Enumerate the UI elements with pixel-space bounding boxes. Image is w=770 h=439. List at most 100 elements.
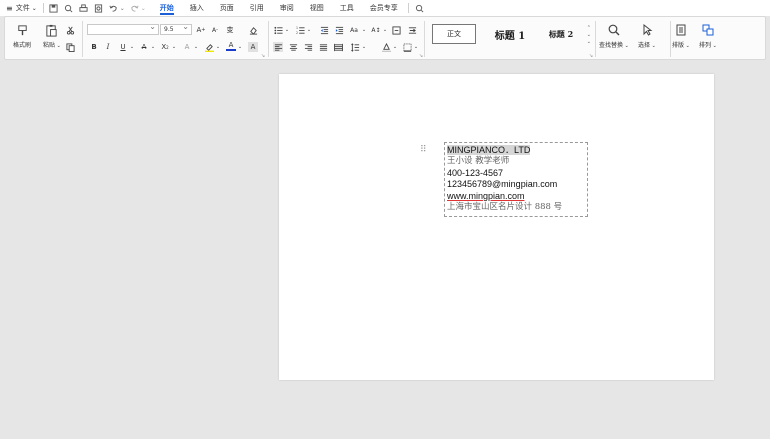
select-label: 选择 ⌄ xyxy=(638,42,656,49)
card-email-line[interactable]: 123456789@mingpian.com xyxy=(447,179,585,190)
tab-references[interactable]: 引用 xyxy=(250,0,264,16)
card-company-text: MINGPIANCO．LTD xyxy=(447,145,531,155)
align-left-icon[interactable] xyxy=(273,42,283,52)
font-size-select[interactable]: 9.5 xyxy=(160,22,192,35)
redo-dropdown-icon[interactable]: ⌄ xyxy=(141,5,146,12)
highlight-dropdown-icon[interactable]: ⌄ xyxy=(213,42,223,52)
italic-icon[interactable]: I xyxy=(103,42,113,52)
style-heading-1[interactable]: 标题 1 xyxy=(487,24,533,44)
chevron-down-icon[interactable]: ⌄ xyxy=(587,32,591,39)
paste-icon xyxy=(45,23,59,37)
tab-view[interactable]: 视图 xyxy=(310,0,324,16)
file-menu[interactable]: 文件 ⌄ xyxy=(16,3,37,13)
text-effect-dropdown-icon[interactable]: ⌄ xyxy=(191,42,201,52)
sort-dropdown-icon[interactable]: ⌄ xyxy=(380,25,390,35)
tab-page[interactable]: 页面 xyxy=(220,0,234,16)
print-icon[interactable] xyxy=(79,3,89,13)
increase-indent-icon[interactable] xyxy=(334,25,344,35)
tab-insert[interactable]: 插入 xyxy=(190,0,204,16)
group-separator xyxy=(670,21,671,57)
format-painter-button[interactable]: 格式刷 xyxy=(13,23,31,49)
save-icon[interactable] xyxy=(49,3,59,13)
group-separator xyxy=(268,21,269,57)
align-center-icon[interactable] xyxy=(288,42,298,52)
decrease-font-icon[interactable]: A- xyxy=(210,25,220,35)
font-group-expand-icon[interactable]: ↘ xyxy=(258,51,268,61)
group-separator xyxy=(424,21,425,57)
page-preview-icon[interactable] xyxy=(94,3,104,13)
format-painter-label: 格式刷 xyxy=(13,42,32,49)
group-separator xyxy=(82,21,83,57)
file-menu-label: 文件 xyxy=(15,4,30,12)
print-preview-icon[interactable] xyxy=(64,3,74,13)
redo-icon[interactable] xyxy=(130,3,140,13)
format-painter-icon xyxy=(15,23,29,37)
superscript-dropdown-icon[interactable]: ⌄ xyxy=(169,42,179,52)
font-family-select[interactable] xyxy=(87,22,159,35)
increase-font-icon[interactable]: A + xyxy=(196,25,206,35)
svg-text:1: 1 xyxy=(296,26,298,30)
shading-dropdown-icon[interactable]: ⌄ xyxy=(390,42,400,52)
chinese-layout-icon[interactable] xyxy=(407,25,417,35)
card-phone-line[interactable]: 400-123-4567 xyxy=(447,168,585,179)
style-heading-2[interactable]: 标题 2 xyxy=(539,24,583,44)
layout-button[interactable]: 排版 ⌄ xyxy=(672,23,690,49)
tab-review[interactable]: 审阅 xyxy=(280,0,294,16)
change-case-dropdown-icon[interactable]: ⌄ xyxy=(359,25,369,35)
character-border-icon[interactable]: A xyxy=(248,42,258,52)
undo-icon[interactable] xyxy=(109,3,119,13)
paste-label: 粘贴 ⌄ xyxy=(43,42,61,49)
style-normal[interactable]: 正文 xyxy=(432,24,476,44)
change-case-icon[interactable]: Aa xyxy=(349,25,359,35)
align-right-icon[interactable] xyxy=(303,42,313,52)
phonetic-guide-icon[interactable]: 变 xyxy=(225,25,235,35)
app-menu-icon[interactable]: ≡ xyxy=(6,4,13,13)
undo-dropdown-icon[interactable]: ⌄ xyxy=(120,5,125,12)
bold-icon[interactable]: B xyxy=(89,42,99,52)
justify-icon[interactable] xyxy=(318,42,328,52)
distributed-align-icon[interactable] xyxy=(333,42,343,52)
card-company-line[interactable]: MINGPIANCO．LTD xyxy=(447,145,585,156)
numbered-list-dropdown-icon[interactable]: ⌄ xyxy=(304,25,314,35)
svg-text:2: 2 xyxy=(296,31,298,35)
copy-icon[interactable] xyxy=(65,42,75,52)
find-replace-label: 查找替换 ⌄ xyxy=(599,42,629,49)
font-color-dropdown-icon[interactable]: ⌄ xyxy=(235,42,245,52)
bullet-list-dropdown-icon[interactable]: ⌄ xyxy=(282,25,292,35)
card-name-line[interactable]: 王小设 教学老师 xyxy=(447,156,585,167)
menu-bar: ≡ 文件 ⌄ ⌄ ⌄ 开始 插入 页面 引用 审阅 视图 工具 会员专享 xyxy=(0,0,770,16)
strikethrough-dropdown-icon[interactable]: ⌄ xyxy=(148,42,158,52)
tab-member[interactable]: 会员专享 xyxy=(370,0,398,16)
search-icon xyxy=(607,23,621,37)
ribbon-toolbar: 格式刷 粘贴 ⌄ 9.5 A+ A- 变 B I U ⌄ A ⌄ X2 ⌄ A … xyxy=(4,16,766,60)
business-card-textbox[interactable]: MINGPIANCO．LTD 王小设 教学老师 400-123-4567 123… xyxy=(444,142,588,217)
layout-label: 排版 ⌄ xyxy=(672,42,690,49)
layout-icon xyxy=(674,23,688,37)
paste-button[interactable]: 粘贴 ⌄ xyxy=(43,23,61,49)
styles-scroll: ⌃ ⌄ ⌄ xyxy=(587,25,591,46)
styles-gallery: 正文 标题 1 标题 2 ⌃ ⌄ ⌄ xyxy=(429,21,591,51)
select-button[interactable]: 选择 ⌄ xyxy=(638,23,656,49)
underline-dropdown-icon[interactable]: ⌄ xyxy=(127,42,137,52)
clear-format-icon[interactable] xyxy=(248,25,258,35)
find-replace-button[interactable]: 查找替换 ⌄ xyxy=(599,23,629,49)
menu-separator xyxy=(407,3,409,13)
tab-home[interactable]: 开始 xyxy=(159,0,174,16)
styles-more-icon[interactable]: ⌄ xyxy=(587,39,591,46)
cut-icon[interactable] xyxy=(65,25,75,35)
drag-handle-icon[interactable]: ⠿ xyxy=(420,145,427,155)
arrange-icon xyxy=(701,23,715,37)
card-address-line[interactable]: 上海市宝山区名片设计 888 号 xyxy=(447,202,585,213)
card-website-line[interactable]: www.mingpian.com xyxy=(447,191,585,202)
chevron-up-icon[interactable]: ⌃ xyxy=(587,25,591,32)
document-page[interactable] xyxy=(279,74,714,380)
arrange-button[interactable]: 排列 ⌄ xyxy=(699,23,717,49)
show-marks-icon[interactable] xyxy=(391,25,401,35)
tab-tools[interactable]: 工具 xyxy=(340,0,354,16)
decrease-indent-icon[interactable] xyxy=(319,25,329,35)
search-icon[interactable] xyxy=(415,3,425,13)
menu-separator xyxy=(42,3,44,13)
arrange-label: 排列 ⌄ xyxy=(699,42,717,49)
chevron-down-icon: ⌄ xyxy=(31,4,37,12)
line-spacing-dropdown-icon[interactable]: ⌄ xyxy=(359,42,369,52)
